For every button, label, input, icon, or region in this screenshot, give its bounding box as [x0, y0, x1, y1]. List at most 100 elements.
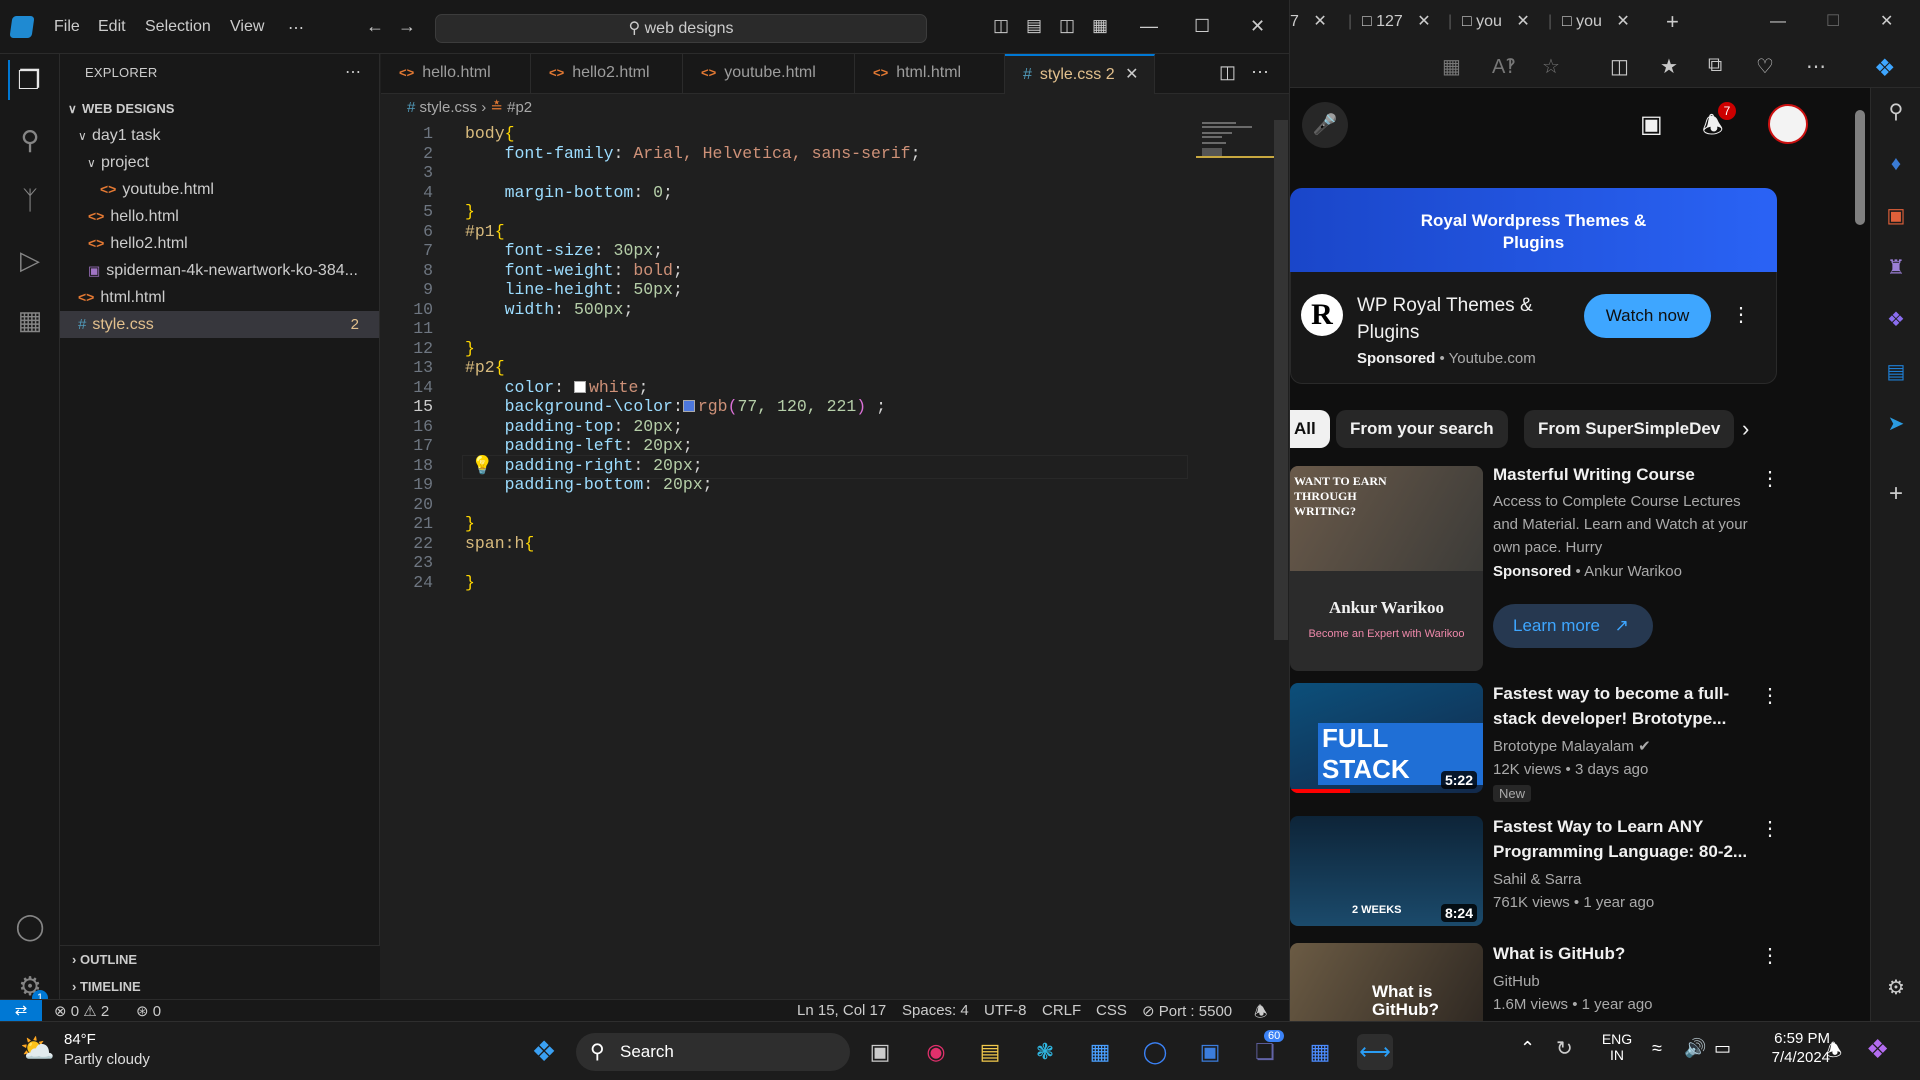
outlook-icon[interactable]: ▤: [1884, 360, 1908, 384]
command-center-search[interactable]: ⚲ web designs: [435, 14, 927, 43]
code-editor[interactable]: 1 body{2 font-family: Arial, Helvetica, s…: [381, 120, 1269, 1000]
tab-style-css[interactable]: # style.css 2 ✕: [1005, 54, 1155, 94]
maximize-icon[interactable]: ☐: [1194, 16, 1210, 37]
learn-more-button[interactable]: Learn more ↗: [1493, 604, 1653, 648]
battery-icon[interactable]: ▭: [1714, 1038, 1731, 1059]
weather-icon[interactable]: ⛅: [20, 1032, 55, 1065]
read-aloud-icon[interactable]: A‽: [1492, 54, 1516, 79]
code-line[interactable]: }: [465, 514, 475, 533]
video-title[interactable]: What is GitHub?: [1493, 941, 1753, 966]
browser-tab[interactable]: 7 ✕: [1290, 8, 1327, 36]
timeline-section[interactable]: › TIMELINE: [72, 979, 141, 994]
forward-arrow-icon[interactable]: →: [398, 16, 416, 37]
video-menu-icon[interactable]: ⋮: [1760, 943, 1780, 968]
vscode-taskbar-icon[interactable]: ⟷: [1357, 1034, 1393, 1070]
video-menu-icon[interactable]: ⋮: [1760, 683, 1780, 708]
wifi-icon[interactable]: ≈: [1652, 1038, 1662, 1059]
app-icon[interactable]: ◯: [1137, 1034, 1173, 1070]
favorites-icon[interactable]: ★: [1660, 54, 1678, 79]
tab-youtube-html[interactable]: <> youtube.html: [683, 54, 855, 94]
chip-all[interactable]: All: [1290, 410, 1330, 448]
menu-view[interactable]: View: [230, 18, 264, 36]
breadcrumb-file[interactable]: style.css: [420, 99, 478, 116]
volume-icon[interactable]: 🔊: [1684, 1038, 1706, 1059]
menu-edit[interactable]: Edit: [98, 18, 126, 36]
video-thumbnail[interactable]: WANT TO EARN THROUGH WRITING? Ankur Wari…: [1290, 466, 1483, 671]
tab-hello2-html[interactable]: <> hello2.html: [531, 54, 683, 94]
cursor-position[interactable]: Ln 15, Col 17: [797, 1002, 886, 1019]
channel-name[interactable]: Sahil & Sarra: [1493, 868, 1763, 891]
show-hidden-icons-chevron-icon[interactable]: ⌃: [1520, 1038, 1535, 1059]
accounts-icon[interactable]: ◯: [10, 906, 50, 946]
search-icon[interactable]: ⚲: [1884, 100, 1908, 124]
editor-more-icon[interactable]: ⋯: [1251, 62, 1269, 83]
ad-title[interactable]: WP Royal Themes & Plugins: [1357, 292, 1577, 346]
code-line[interactable]: }: [465, 202, 475, 221]
menu-more[interactable]: ⋯: [288, 18, 304, 38]
chevron-right-icon[interactable]: ›: [1742, 416, 1749, 442]
tree-item-html-html[interactable]: <> html.html: [60, 284, 379, 311]
code-line[interactable]: padding-top: 20px;: [465, 417, 683, 436]
zoom-icon[interactable]: ▣: [1192, 1034, 1228, 1070]
code-line[interactable]: line-height: 50px;: [465, 280, 683, 299]
code-line[interactable]: background-\color: rgb(77, 120, 221) ;: [465, 397, 886, 416]
tree-item-day1-task[interactable]: ∨ day1 task: [60, 122, 379, 149]
code-line[interactable]: color: white;: [465, 378, 649, 397]
language-indicator[interactable]: ENG IN: [1600, 1031, 1634, 1063]
sync-icon[interactable]: ↻: [1556, 1036, 1573, 1061]
tab-close-icon[interactable]: ✕: [1313, 13, 1326, 30]
breadcrumb-symbol[interactable]: #p2: [507, 99, 532, 116]
close-window-icon[interactable]: ✕: [1250, 16, 1265, 37]
weather-description[interactable]: Partly cloudy: [64, 1051, 150, 1068]
browser-restore-icon[interactable]: ☐: [1826, 8, 1840, 36]
code-line[interactable]: margin-bottom: 0;: [465, 183, 673, 202]
video-thumbnail[interactable]: What is GitHub?: [1290, 943, 1483, 1021]
watch-now-button[interactable]: Watch now: [1584, 294, 1711, 338]
outline-section[interactable]: › OUTLINE: [72, 952, 137, 967]
explorer-more-icon[interactable]: ⋯: [345, 62, 361, 82]
toggle-sidebar-icon[interactable]: ◫: [993, 16, 1009, 36]
tab-html-html[interactable]: <> html.html: [855, 54, 1005, 94]
browser-close-icon[interactable]: ✕: [1880, 8, 1893, 36]
video-thumbnail[interactable]: FULL STACK 5:22: [1290, 683, 1483, 793]
channel-name[interactable]: GitHub: [1493, 970, 1763, 993]
taskbar-search[interactable]: ⚲ Search: [576, 1033, 850, 1071]
page-scroll-thumb[interactable]: [1855, 110, 1865, 225]
browser-tab[interactable]: □ you ✕: [1462, 8, 1530, 36]
split-editor-icon[interactable]: ◫: [1219, 62, 1236, 83]
folder-root[interactable]: ∨ WEB DESIGNS: [60, 95, 379, 122]
tab-close-icon[interactable]: ✕: [1616, 13, 1629, 30]
ports-status[interactable]: ⊛ 0: [136, 1002, 161, 1020]
chip-from-supersimpledev[interactable]: From SuperSimpleDev: [1524, 410, 1735, 448]
menu-file[interactable]: File: [54, 18, 80, 36]
remote-indicator-icon[interactable]: ⇄: [0, 1000, 42, 1021]
source-control-icon[interactable]: ᛉ: [10, 180, 50, 220]
customize-layout-icon[interactable]: ▦: [1092, 16, 1108, 36]
browser-essentials-icon[interactable]: ♡: [1756, 54, 1774, 79]
advertiser-logo[interactable]: R: [1301, 294, 1343, 336]
encoding[interactable]: UTF-8: [984, 1002, 1027, 1019]
microsoft-store-icon[interactable]: ▦: [1082, 1034, 1118, 1070]
browser-tab[interactable]: □ 127 ✕: [1362, 8, 1431, 36]
task-view-icon[interactable]: ▣: [862, 1034, 898, 1070]
code-line[interactable]: padding-right: 20px;: [465, 456, 703, 475]
tree-item-hello-html[interactable]: <> hello.html: [60, 203, 379, 230]
tab-hello-html[interactable]: <> hello.html: [381, 54, 531, 94]
tree-item-project[interactable]: ∨ project: [60, 149, 379, 176]
code-line[interactable]: font-weight: bold;: [465, 261, 683, 280]
collections-icon[interactable]: ⧉: [1708, 54, 1722, 77]
chip-from-your-search[interactable]: From your search: [1336, 410, 1508, 448]
color-swatch[interactable]: [682, 400, 695, 412]
app-store-icon[interactable]: ▦: [1302, 1034, 1338, 1070]
ad-menu-icon[interactable]: ⋮: [1731, 302, 1751, 327]
clock[interactable]: 6:59 PM 7/4/2024: [1754, 1030, 1830, 1066]
copilot-sidebar-icon[interactable]: ❖: [1884, 308, 1908, 332]
explorer-icon[interactable]: ❐: [8, 60, 48, 100]
code-line[interactable]: padding-left: 20px;: [465, 436, 693, 455]
add-sidebar-app-icon[interactable]: +: [1884, 482, 1908, 506]
toggle-panel-icon[interactable]: ▤: [1026, 16, 1042, 36]
tree-item-spiderman-image[interactable]: ▣ spiderman-4k-newartwork-ko-384...: [60, 257, 379, 284]
problems-status[interactable]: ⊗ 0 ⚠ 2: [54, 1002, 109, 1020]
sidebar-settings-gear-icon[interactable]: ⚙: [1884, 976, 1908, 1000]
minimize-icon[interactable]: —: [1140, 16, 1158, 37]
